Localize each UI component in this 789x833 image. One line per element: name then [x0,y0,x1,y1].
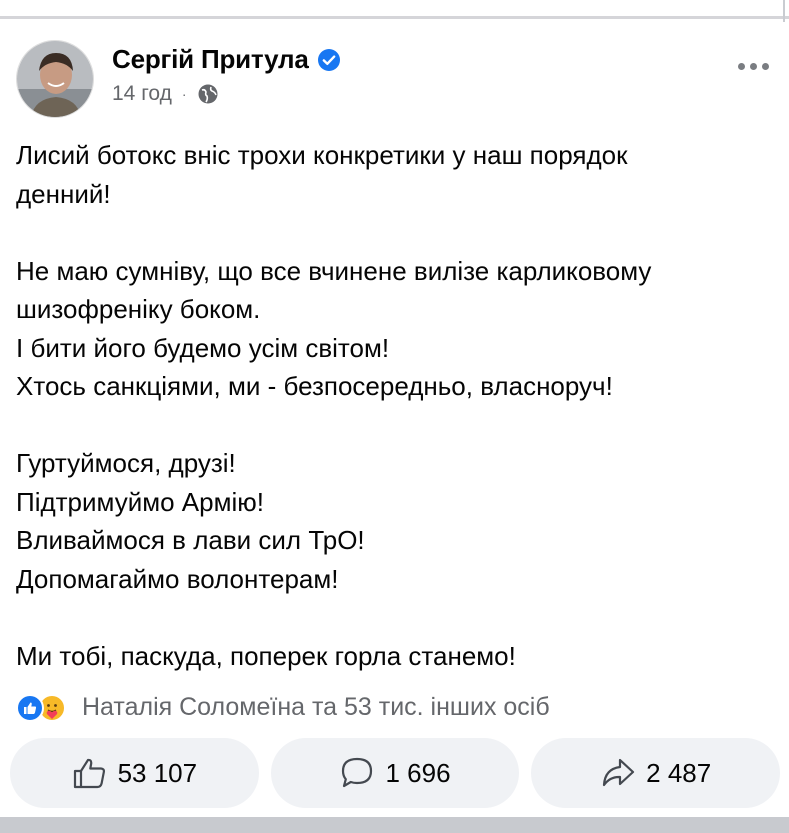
post-meta: 14 год · [112,82,219,106]
comment-button[interactable]: 1 696 [270,738,520,808]
post-line: Хтось санкціями, ми - безпосередньо, вла… [16,371,613,401]
post-line: Вливаймося в лави сил ТрО! [16,525,365,555]
comment-icon [339,756,375,790]
post-timestamp[interactable]: 14 год [112,82,172,106]
dot-icon [761,62,769,70]
share-button[interactable]: 2 487 [531,738,781,808]
post-line: Не маю сумніву, що все вчинене вилізе ка… [16,255,652,286]
like-button[interactable]: 53 107 [10,738,259,808]
share-count: 2 487 [646,757,712,788]
dot-icon [737,62,745,70]
post-text: Лисий ботокс вніс трохи конкретики у наш… [16,136,776,675]
comment-count: 1 696 [385,757,451,788]
author-name[interactable]: Сергій Притула [112,44,309,75]
post-header: Сергій Притула 14 год · [16,40,773,118]
post-line: шизофреніку боком. [16,294,261,324]
globe-icon [197,83,219,105]
top-divider [0,16,789,19]
post-line: денний! [16,178,111,209]
post-line: І бити його будемо усім світом! [16,332,390,363]
avatar[interactable] [16,40,94,118]
reactions-text[interactable]: Наталія Соломеїна та 53 тис. інших осіб [82,693,550,722]
share-icon [600,756,636,790]
meta-separator: · [181,86,187,102]
post-line: Підтримуймо Армію! [16,486,264,517]
post-line: Гуртуймося, друзі! [16,448,236,478]
scroll-edge [783,0,785,22]
post-actions: 53 107 1 696 2 487 [10,738,781,808]
like-icon [16,694,44,722]
more-options-button[interactable] [733,54,773,78]
bottom-strip [0,817,789,833]
author-row: Сергій Притула [112,44,341,75]
reactions-summary[interactable]: Наталія Соломеїна та 53 тис. інших осіб [16,692,550,722]
dot-icon [749,62,757,70]
post-line: Ми тобі, паскуда, поперек горла станемо! [16,640,516,671]
thumbs-up-icon [72,756,108,790]
post-line: Лисий ботокс вніс трохи конкретики у наш… [16,140,628,170]
verified-badge-icon [317,48,341,72]
like-count: 53 107 [117,757,198,788]
post-line: Допомагаймо волонтерам! [16,563,339,594]
reaction-icons [16,692,74,722]
